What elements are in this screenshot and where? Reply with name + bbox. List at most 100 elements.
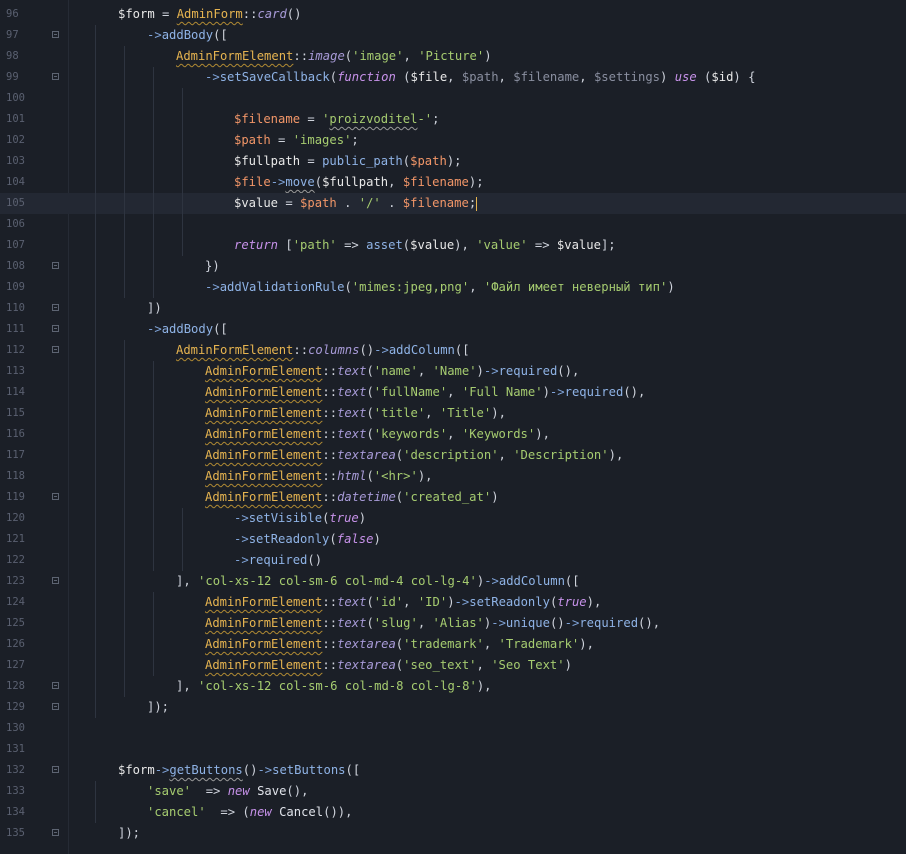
code-text: $fullpath = public_path($path); — [234, 151, 462, 172]
code-line[interactable]: 133 'save' => new Save(), — [0, 781, 906, 802]
indent-guide — [124, 382, 125, 403]
code-token: , — [403, 49, 419, 63]
indent-guide — [153, 403, 154, 424]
code-line[interactable]: 96 $form = AdminForm::card() — [0, 4, 906, 25]
code-token: AdminFormElement — [176, 343, 294, 357]
code-line[interactable]: 132 $form->getButtons()->setButtons([ — [0, 760, 906, 781]
indent-guide — [182, 109, 183, 130]
code-line[interactable]: 121 ->setReadonly(false) — [0, 529, 906, 550]
code-line[interactable]: 118 AdminFormElement::html('<hr>'), — [0, 466, 906, 487]
code-token: :: — [322, 490, 338, 504]
code-token: 'Name' — [432, 364, 477, 378]
line-number: 99 — [6, 71, 19, 83]
code-token: :: — [322, 637, 338, 651]
line-number: 130 — [6, 722, 25, 734]
indent-guide — [153, 550, 154, 571]
code-text: 'save' => new Save(), — [147, 781, 308, 802]
indent-guide — [124, 340, 125, 361]
code-line[interactable]: 120 ->setVisible(true) — [0, 508, 906, 529]
code-line[interactable]: 116 AdminFormElement::text('keywords', 'K… — [0, 424, 906, 445]
code-line[interactable]: 109 ->addValidationRule('mimes:jpeg,png',… — [0, 277, 906, 298]
code-line[interactable]: 105 $value = $path . '/' . $filename; — [0, 193, 906, 214]
code-line[interactable]: 98 AdminFormElement::image('image', 'Pict… — [0, 46, 906, 67]
code-line[interactable]: 126 AdminFormElement::textarea('trademark… — [0, 634, 906, 655]
fold-toggle-icon[interactable] — [52, 262, 59, 269]
code-line[interactable]: 128], 'col-xs-12 col-sm-6 col-md-8 col-l… — [0, 676, 906, 697]
code-line[interactable]: 100 — [0, 88, 906, 109]
code-line[interactable]: 135]); — [0, 823, 906, 844]
code-token: ( — [366, 595, 374, 609]
indent-guide — [124, 676, 125, 697]
code-line[interactable]: 130 — [0, 718, 906, 739]
fold-toggle-icon[interactable] — [52, 73, 59, 80]
fold-toggle-icon[interactable] — [52, 31, 59, 38]
code-line[interactable]: 102 $path = 'images'; — [0, 130, 906, 151]
fold-toggle-icon[interactable] — [52, 304, 59, 311]
fold-toggle-icon[interactable] — [52, 682, 59, 689]
fold-toggle-icon[interactable] — [52, 703, 59, 710]
code-line[interactable]: 106 — [0, 214, 906, 235]
fold-toggle-icon[interactable] — [52, 829, 59, 836]
code-line[interactable]: 108}) — [0, 256, 906, 277]
code-line[interactable]: 113 AdminFormElement::text('name', 'Name'… — [0, 361, 906, 382]
code-token: text — [337, 616, 367, 630]
indent-guide — [124, 67, 125, 88]
code-line[interactable]: 117 AdminFormElement::textarea('descripti… — [0, 445, 906, 466]
code-token: 'Picture' — [418, 49, 485, 63]
indent-guide — [124, 277, 125, 298]
indent-guide — [124, 109, 125, 130]
indent-guide — [124, 193, 125, 214]
fold-toggle-icon[interactable] — [52, 577, 59, 584]
code-line[interactable]: 119 AdminFormElement::datetime('created_a… — [0, 487, 906, 508]
indent-guide — [153, 214, 154, 235]
indent-guide — [95, 550, 96, 571]
code-line[interactable]: 114 AdminFormElement::text('fullName', 'F… — [0, 382, 906, 403]
code-token: ([ — [564, 574, 580, 588]
code-line[interactable]: 129]); — [0, 697, 906, 718]
code-line[interactable]: 97 ->addBody([ — [0, 25, 906, 46]
code-token: , — [469, 280, 484, 294]
code-text: AdminFormElement::text('slug', 'Alias')-… — [205, 613, 660, 634]
code-line[interactable]: 122 ->required() — [0, 550, 906, 571]
code-line[interactable]: 134 'cancel' => (new Cancel()), — [0, 802, 906, 823]
code-line[interactable]: 115 AdminFormElement::text('title', 'Titl… — [0, 403, 906, 424]
code-line[interactable]: 112 AdminFormElement::columns()->addColum… — [0, 340, 906, 361]
code-token: -> — [484, 574, 499, 588]
code-line[interactable]: 107 return ['path' => asset($value), 'val… — [0, 235, 906, 256]
code-editor[interactable]: 96 $form = AdminForm::card() 97 ->addBody([… — [0, 0, 906, 854]
code-line[interactable]: 103 $fullpath = public_path($path); — [0, 151, 906, 172]
fold-toggle-icon[interactable] — [52, 766, 59, 773]
code-line[interactable]: 104 $file->move($fullpath, $filename); — [0, 172, 906, 193]
code-token: -> — [257, 763, 273, 777]
line-number: 119 — [6, 491, 25, 503]
code-token: $value — [234, 196, 279, 210]
code-text: $filename = 'proizvoditel-'; — [234, 109, 440, 130]
fold-toggle-icon[interactable] — [52, 346, 59, 353]
fold-toggle-icon[interactable] — [52, 325, 59, 332]
code-line[interactable]: 123], 'col-xs-12 col-sm-6 col-md-4 col-l… — [0, 571, 906, 592]
code-text: return ['path' => asset($value), 'value'… — [234, 235, 616, 256]
code-line[interactable]: 124 AdminFormElement::text('id', 'ID')->s… — [0, 592, 906, 613]
code-text: AdminFormElement::image('image', 'Pictur… — [176, 46, 492, 67]
code-line[interactable]: 127 AdminFormElement::textarea('seo_text'… — [0, 655, 906, 676]
code-line[interactable]: 125 AdminFormElement::text('slug', 'Alias… — [0, 613, 906, 634]
code-line[interactable]: 111 ->addBody([ — [0, 319, 906, 340]
code-line[interactable]: 101 $filename = 'proizvoditel-'; — [0, 109, 906, 130]
indent-guide — [124, 424, 125, 445]
line-number: 117 — [6, 449, 25, 461]
fold-toggle-icon[interactable] — [52, 493, 59, 500]
code-token: addColumn — [388, 343, 455, 357]
indent-guide — [124, 571, 125, 592]
line-number: 118 — [6, 470, 25, 482]
code-token: $file — [410, 70, 448, 84]
code-line[interactable]: 99 ->setSaveCallback(function ($file, $pa… — [0, 67, 906, 88]
code-token: 'image' — [352, 49, 404, 63]
code-line[interactable]: 131 — [0, 739, 906, 760]
code-token: -> — [270, 175, 286, 189]
code-token: AdminFormElement — [205, 490, 323, 504]
code-token: -> — [234, 511, 249, 525]
code-token: AdminFormElement — [205, 448, 323, 462]
code-token: , — [417, 616, 433, 630]
code-line[interactable]: 110]) — [0, 298, 906, 319]
indent-guide — [182, 214, 183, 235]
